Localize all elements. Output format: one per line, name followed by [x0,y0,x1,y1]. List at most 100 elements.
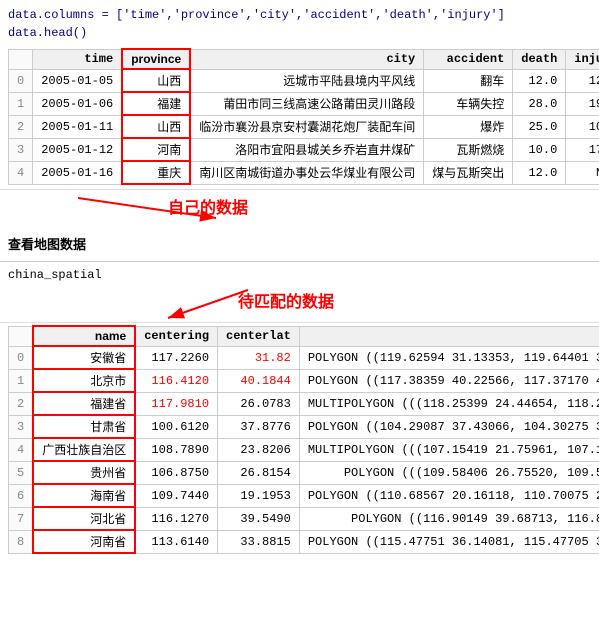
cell-idx: 4 [9,161,33,184]
cell-name: 北京市 [33,369,135,392]
table-row: 2 2005-01-11 山西 临汾市襄汾县京安村囊湖花炮厂装配车间 爆炸 25… [9,115,599,138]
table-row: 0 2005-01-05 山西 远城市平陆县境内平风线 翻车 12.0 12.0 [9,69,599,92]
cell-province: 重庆 [122,161,190,184]
cell-idx: 0 [9,69,33,92]
cell-idx: 8 [9,530,34,553]
cell-geometry: MULTIPOLYGON (((118.25399 24.44654, 118.… [299,392,599,415]
th-province: province [122,49,190,69]
cell-death: 28.0 [513,92,566,115]
section2-title: 查看地图数据 [0,228,599,257]
cell-city: 临汾市襄汾县京安村囊湖花炮厂装配车间 [190,115,424,138]
table-row: 3 2005-01-12 河南 洛阳市宜阳县城关乡乔岩直井煤矿 瓦斯燃烧 10.… [9,138,599,161]
table-row: 1 2005-01-06 福建 莆田市同三线高速公路莆田灵川路段 车辆失控 28… [9,92,599,115]
cell-geometry: POLYGON ((119.62594 31.13353, 119.64401 … [299,346,599,369]
cell-centerlat: 39.5490 [218,507,300,530]
th-injury: injury [566,49,599,69]
cell-idx: 3 [9,415,34,438]
table-row: 4 2005-01-16 重庆 南川区南城街道办事处云华煤业有限公司 煤与瓦斯突… [9,161,599,184]
th-death: death [513,49,566,69]
top-table: time province city accident death injury… [8,48,599,185]
th-city: city [190,49,424,69]
cell-geometry: POLYGON ((104.29087 37.43066, 104.30275 … [299,415,599,438]
table-row: 1 北京市 116.4120 40.1844 POLYGON ((117.383… [9,369,599,392]
cell-centerlat: 37.8776 [218,415,300,438]
cell-time: 2005-01-06 [33,92,123,115]
cell-accident: 车辆失控 [424,92,513,115]
cell-name: 安徽省 [33,346,135,369]
bth-centerlat: centerlat [218,326,300,346]
cell-centering: 100.6120 [135,415,217,438]
cell-death: 10.0 [513,138,566,161]
annotation2-container: 待匹配的数据 [8,286,599,322]
cell-centering: 113.6140 [135,530,217,553]
cell-injury: 10.0 [566,115,599,138]
cell-centerlat: 23.8206 [218,438,300,461]
cell-name: 河北省 [33,507,135,530]
section-divider [0,261,599,262]
cell-province: 山西 [122,115,190,138]
th-idx [9,49,33,69]
bottom-table: name centering centerlat geometry 0 安徽省 … [8,325,599,554]
cell-name: 广西壮族自治区 [33,438,135,461]
bth-idx [9,326,34,346]
table-row: 4 广西壮族自治区 108.7890 23.8206 MULTIPOLYGON … [9,438,599,461]
cell-name: 贵州省 [33,461,135,484]
cell-injury: 19.0 [566,92,599,115]
cell-geometry: POLYGON ((115.47751 36.14081, 115.47705 … [299,530,599,553]
cell-idx: 3 [9,138,33,161]
cell-centering: 116.4120 [135,369,217,392]
table-row: 0 安徽省 117.2260 31.82 POLYGON ((119.62594… [9,346,599,369]
code-line2: data.head() [8,24,591,42]
cell-idx: 1 [9,92,33,115]
table-row: 5 贵州省 106.8750 26.8154 POLYGON (((109.58… [9,461,599,484]
th-time: time [33,49,123,69]
table-row: 7 河北省 116.1270 39.5490 POLYGON ((116.901… [9,507,599,530]
cell-name: 河南省 [33,530,135,553]
cell-death: 25.0 [513,115,566,138]
cell-centerlat: 26.8154 [218,461,300,484]
cell-accident: 瓦斯燃烧 [424,138,513,161]
cell-idx: 2 [9,115,33,138]
cell-idx: 1 [9,369,34,392]
code-block: data.columns = ['time','province','city'… [0,0,599,46]
cell-accident: 翻车 [424,69,513,92]
cell-injury: NaN [566,161,599,184]
cell-accident: 煤与瓦斯突出 [424,161,513,184]
code-line1: data.columns = ['time','province','city'… [8,6,591,24]
cell-city: 南川区南城街道办事处云华煤业有限公司 [190,161,424,184]
cell-time: 2005-01-05 [33,69,123,92]
cell-idx: 6 [9,484,34,507]
cell-time: 2005-01-11 [33,115,123,138]
table-row: 2 福建省 117.9810 26.0783 MULTIPOLYGON (((1… [9,392,599,415]
cell-idx: 2 [9,392,34,415]
cell-geometry: POLYGON (((109.58406 26.75520, 109.57888… [299,461,599,484]
bottom-table-container: name centering centerlat geometry 0 安徽省 … [0,322,599,560]
th-accident: accident [424,49,513,69]
cell-city: 洛阳市宜阳县城关乡乔岩直井煤矿 [190,138,424,161]
cell-centerlat: 26.0783 [218,392,300,415]
cell-centering: 108.7890 [135,438,217,461]
table-row: 3 甘肃省 100.6120 37.8776 POLYGON ((104.290… [9,415,599,438]
cell-city: 莆田市同三线高速公路莆田灵川路段 [190,92,424,115]
annotation2-text: 待匹配的数据 [238,288,334,312]
cell-centering: 106.8750 [135,461,217,484]
cell-name: 海南省 [33,484,135,507]
cell-province: 福建 [122,92,190,115]
cell-time: 2005-01-16 [33,161,123,184]
cell-idx: 4 [9,438,34,461]
cell-province: 河南 [122,138,190,161]
cell-death: 12.0 [513,69,566,92]
cell-centerlat: 19.1953 [218,484,300,507]
cell-time: 2005-01-12 [33,138,123,161]
cell-centering: 117.2260 [135,346,217,369]
cell-accident: 爆炸 [424,115,513,138]
cell-geometry: MULTIPOLYGON (((107.15419 21.75961, 107.… [299,438,599,461]
annotation1-container: 自己的数据 [8,190,599,228]
table-row: 6 海南省 109.7440 19.1953 POLYGON ((110.685… [9,484,599,507]
cell-injury: 12.0 [566,69,599,92]
cell-name: 甘肃省 [33,415,135,438]
cell-geometry: POLYGON ((117.38359 40.22566, 117.37170 … [299,369,599,392]
cell-centerlat: 31.82 [218,346,300,369]
bth-name: name [33,326,135,346]
top-table-container: time province city accident death injury… [0,46,599,190]
